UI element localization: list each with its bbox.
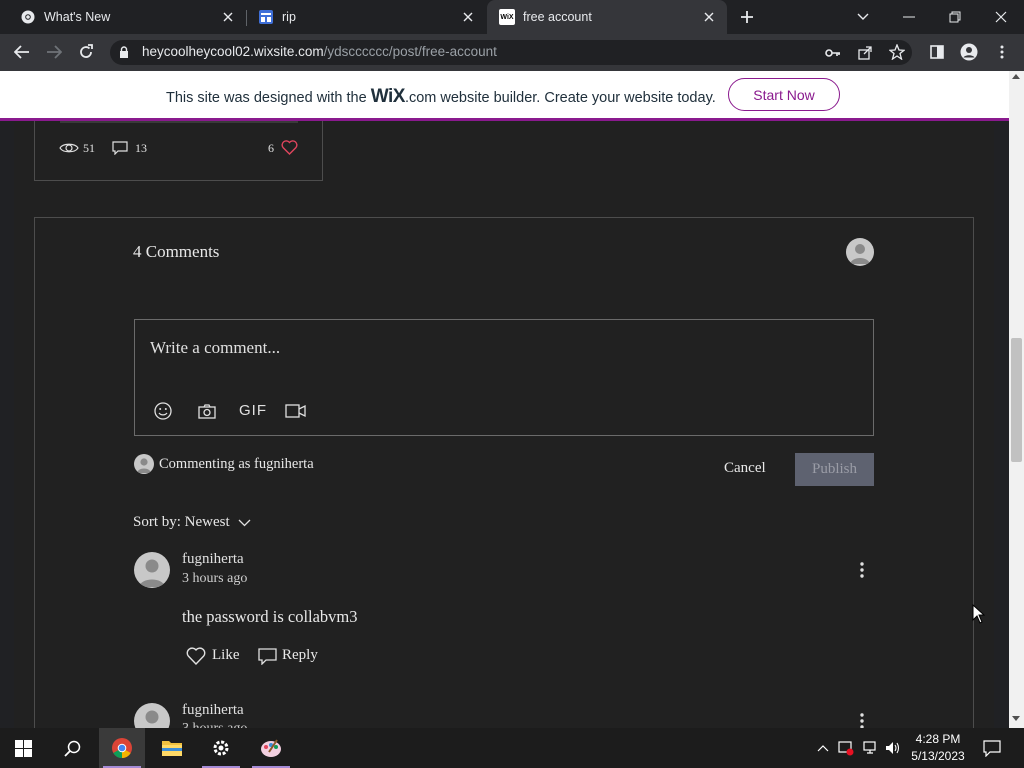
- camera-icon[interactable]: [196, 401, 218, 421]
- close-tab-icon[interactable]: [701, 9, 717, 25]
- scroll-up-arrow[interactable]: [1012, 74, 1020, 79]
- like-button[interactable]: Like: [212, 647, 240, 664]
- views-eye-icon: [58, 140, 80, 156]
- settings-gear-icon[interactable]: [198, 728, 244, 768]
- side-panel-icon[interactable]: [928, 43, 946, 61]
- new-tab-icon[interactable]: [736, 7, 758, 27]
- tab-title: rip: [282, 10, 296, 24]
- back-icon[interactable]: [12, 42, 32, 62]
- like-heart-icon[interactable]: [185, 646, 207, 666]
- menu-kebab-icon[interactable]: [994, 43, 1010, 61]
- clock-date: 5/13/2023: [911, 749, 965, 763]
- wix-logo: WiX: [370, 86, 406, 107]
- likes-count: 6: [268, 141, 274, 155]
- minimize-icon[interactable]: [898, 7, 920, 27]
- user-avatar[interactable]: [846, 238, 874, 266]
- close-tab-icon[interactable]: [220, 9, 236, 25]
- share-icon[interactable]: [856, 44, 874, 62]
- clock-time: 4:28 PM: [915, 732, 961, 746]
- volume-icon[interactable]: [884, 739, 902, 757]
- tab-rip[interactable]: rip: [246, 0, 486, 34]
- tab-title: What's New: [44, 10, 111, 24]
- chrome-taskbar-icon[interactable]: [99, 728, 145, 768]
- tab-search-chevron-icon[interactable]: [853, 7, 873, 27]
- forward-icon[interactable]: [44, 42, 64, 62]
- tray-chevron-up-icon[interactable]: [815, 740, 831, 756]
- start-now-button[interactable]: Start Now: [728, 78, 840, 111]
- key-icon[interactable]: [824, 44, 842, 62]
- windows-start-icon[interactable]: [0, 728, 46, 768]
- profile-icon[interactable]: [959, 42, 979, 62]
- wix-editor-icon: [258, 9, 274, 25]
- restore-icon[interactable]: [944, 7, 966, 27]
- paint-app-icon[interactable]: [248, 728, 294, 768]
- cancel-button[interactable]: Cancel: [724, 460, 766, 477]
- file-explorer-icon[interactable]: [149, 728, 195, 768]
- comment-more-icon[interactable]: [854, 560, 870, 580]
- reply-button[interactable]: Reply: [282, 647, 318, 664]
- wix-icon-glyph: WiX: [500, 13, 514, 21]
- system-clock[interactable]: 4:28 PM 5/13/2023: [902, 731, 974, 765]
- chevron-down-icon[interactable]: [236, 516, 252, 530]
- url-host: heycoolheycool02.wixsite.com: [142, 44, 324, 59]
- commenting-as-label: Commenting as fugniherta: [159, 456, 314, 472]
- window-close-icon[interactable]: [990, 7, 1012, 27]
- comment-author-avatar[interactable]: [134, 552, 170, 588]
- comments-count: 13: [135, 141, 147, 155]
- security-alert-icon[interactable]: [837, 739, 855, 757]
- views-count: 51: [83, 141, 95, 155]
- url-path: /ydscccccc/post/free-account: [323, 44, 497, 59]
- tab-free-account[interactable]: WiX free account: [487, 0, 727, 34]
- search-icon[interactable]: [49, 728, 95, 768]
- reload-icon[interactable]: [76, 42, 96, 62]
- publish-button[interactable]: Publish: [795, 453, 874, 486]
- like-heart-icon[interactable]: [280, 139, 298, 155]
- notifications-icon[interactable]: [982, 738, 1002, 758]
- post-card-divider: [60, 121, 298, 123]
- close-tab-icon[interactable]: [460, 9, 476, 25]
- comment-input-placeholder[interactable]: Write a comment...: [150, 338, 280, 358]
- comment-author-name[interactable]: fugniherta: [182, 702, 244, 719]
- comment-text: the password is collabvm3: [182, 607, 358, 626]
- banner-text-before: This site was designed with the: [166, 90, 371, 106]
- comments-bubble-icon: [111, 140, 129, 156]
- video-icon[interactable]: [284, 401, 306, 421]
- bookmark-star-icon[interactable]: [888, 43, 906, 61]
- wix-icon: WiX: [499, 9, 515, 25]
- network-icon[interactable]: [862, 739, 880, 757]
- reply-icon[interactable]: [256, 646, 278, 666]
- comment-author-name[interactable]: fugniherta: [182, 551, 244, 568]
- tab-whats-new[interactable]: What's New: [0, 0, 246, 34]
- banner-text: This site was designed with the WiX.com …: [166, 86, 716, 108]
- emoji-icon[interactable]: [153, 401, 173, 421]
- sort-dropdown[interactable]: Sort by: Newest: [133, 514, 230, 531]
- url-text[interactable]: heycoolheycool02.wixsite.com/ydscccccc/p…: [142, 44, 497, 59]
- mouse-cursor-icon: [972, 603, 986, 629]
- commenter-avatar: [134, 454, 154, 474]
- chrome-icon: [20, 9, 36, 25]
- banner-text-after: .com website builder. Create your websit…: [404, 90, 716, 106]
- scroll-down-arrow[interactable]: [1012, 716, 1020, 721]
- gif-button[interactable]: GIF: [239, 402, 267, 419]
- comment-timestamp: 3 hours ago: [182, 571, 248, 586]
- sort-label: Sort by: Newest: [133, 514, 230, 530]
- scrollbar-thumb[interactable]: [1011, 338, 1022, 462]
- lock-icon[interactable]: [117, 45, 131, 59]
- comments-title: 4 Comments: [133, 242, 220, 261]
- tab-title: free account: [523, 10, 592, 24]
